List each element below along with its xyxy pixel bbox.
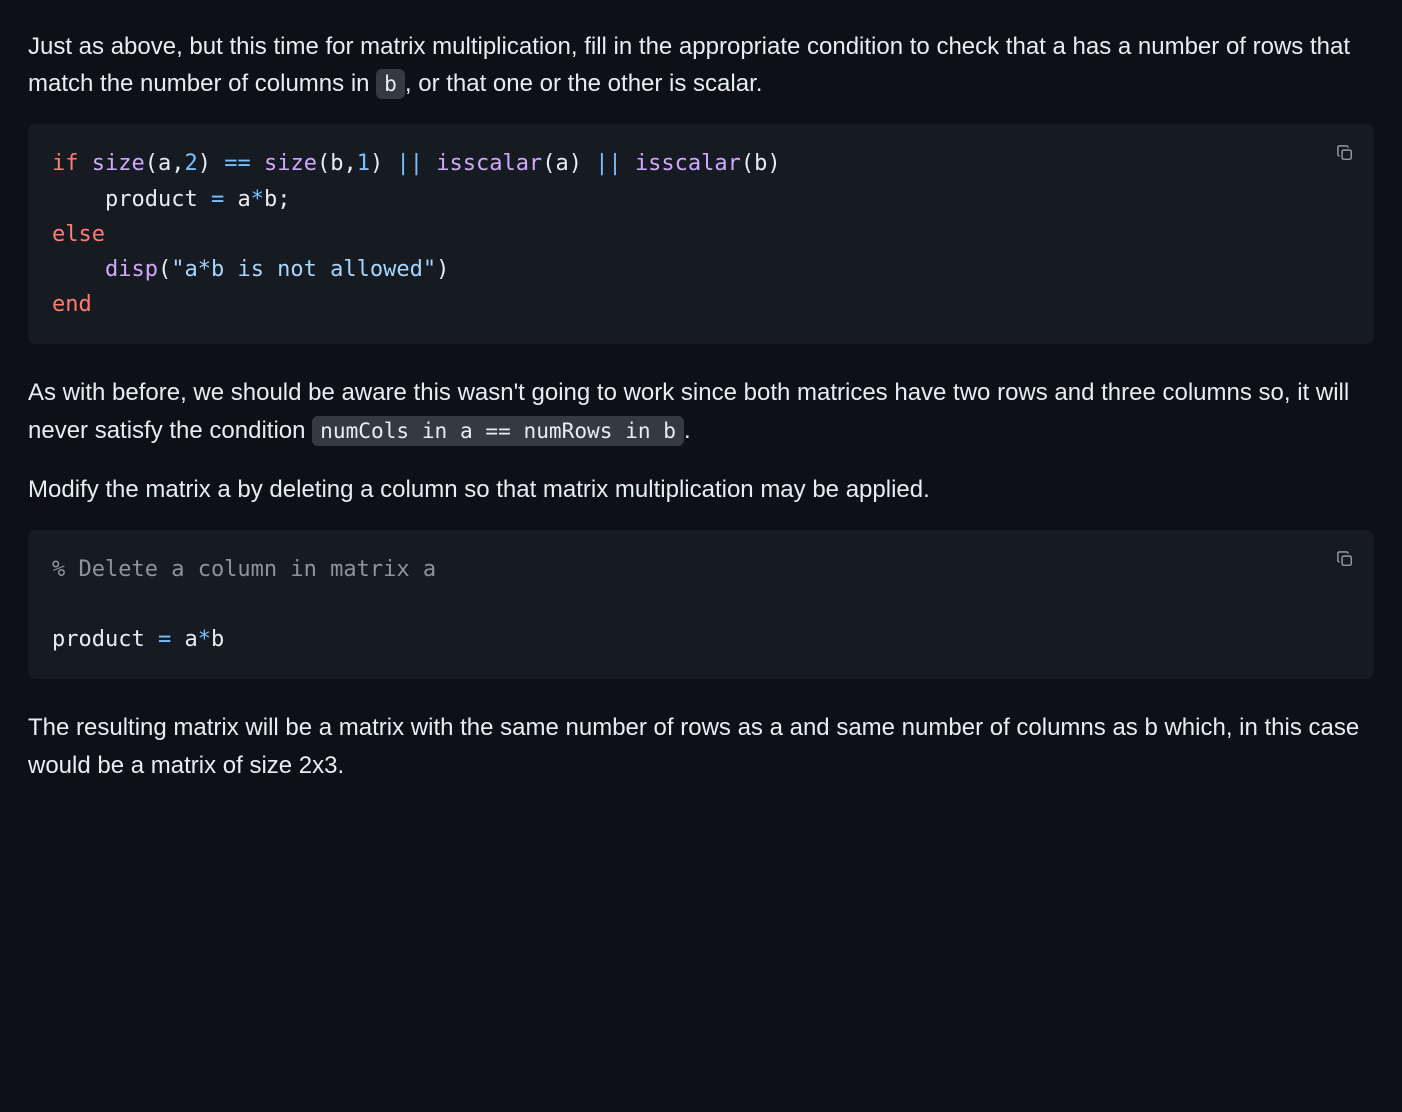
paragraph-3: Modify the matrix a by deleting a column… (28, 471, 1374, 508)
sp (171, 627, 184, 652)
code2-pre: % Delete a column in matrix a product = … (52, 552, 1350, 658)
kw-if: if (52, 151, 79, 176)
punc: ) (767, 151, 780, 176)
paragraph-1: Just as above, but this time for matrix … (28, 28, 1374, 102)
para2-post: . (684, 417, 691, 444)
var-product: product (105, 187, 198, 212)
fn-size-2: size (264, 151, 317, 176)
punc: ) (569, 151, 582, 176)
fn-isscalar-a: isscalar (436, 151, 542, 176)
op-assign2: = (158, 627, 171, 652)
var-b: b (330, 151, 343, 176)
copy-icon (1335, 549, 1355, 569)
punc: ) (370, 151, 383, 176)
sp (582, 151, 595, 176)
punc: ( (145, 151, 158, 176)
var-b3: b (264, 187, 277, 212)
op-or2: || (595, 151, 622, 176)
fn-disp: disp (105, 257, 158, 282)
punc: ) (198, 151, 211, 176)
var-b4: b (211, 627, 224, 652)
copy-button[interactable] (1330, 138, 1360, 168)
sp (224, 187, 237, 212)
var-a2: a (555, 151, 568, 176)
sp (423, 151, 436, 176)
comma: , (343, 151, 356, 176)
paragraph-4: The resulting matrix will be a matrix wi… (28, 709, 1374, 783)
var-b2: b (754, 151, 767, 176)
comma: , (171, 151, 184, 176)
paragraph-2: As with before, we should be aware this … (28, 374, 1374, 448)
punc: ( (741, 151, 754, 176)
inline-code-b: b (376, 69, 405, 99)
comment-line: % Delete a column in matrix a (52, 557, 436, 582)
indent (52, 257, 105, 282)
sp (145, 627, 158, 652)
sp (198, 187, 211, 212)
sp (383, 151, 396, 176)
fn-isscalar-b: isscalar (635, 151, 741, 176)
kw-end: end (52, 292, 92, 317)
kw-else: else (52, 222, 105, 247)
op-eq: == (224, 151, 251, 176)
indent (52, 187, 105, 212)
code1-pre: if size(a,2) == size(b,1) || isscalar(a)… (52, 146, 1350, 322)
code-block-2: % Delete a column in matrix a product = … (28, 530, 1374, 680)
punc: ) (436, 257, 449, 282)
sp (622, 151, 635, 176)
op-mul2: * (198, 627, 211, 652)
num-2: 2 (184, 151, 197, 176)
fn-size-1: size (92, 151, 145, 176)
var-a3: a (237, 187, 250, 212)
para1-post: , or that one or the other is scalar. (405, 70, 763, 97)
num-1: 1 (357, 151, 370, 176)
semicolon: ; (277, 187, 290, 212)
copy-button[interactable] (1330, 544, 1360, 574)
inline-code-condition: numCols in a == numRows in b (312, 416, 684, 446)
punc: ( (317, 151, 330, 176)
string-literal: "a*b is not allowed" (171, 257, 436, 282)
punc: ( (158, 257, 171, 282)
sp (251, 151, 264, 176)
op-assign: = (211, 187, 224, 212)
op-mul: * (251, 187, 264, 212)
copy-icon (1335, 143, 1355, 163)
op-or: || (396, 151, 423, 176)
var-a4: a (184, 627, 197, 652)
var-a: a (158, 151, 171, 176)
code-block-1: if size(a,2) == size(b,1) || isscalar(a)… (28, 124, 1374, 344)
var-product2: product (52, 627, 145, 652)
sp (211, 151, 224, 176)
punc: ( (542, 151, 555, 176)
document-body: Just as above, but this time for matrix … (0, 0, 1402, 846)
